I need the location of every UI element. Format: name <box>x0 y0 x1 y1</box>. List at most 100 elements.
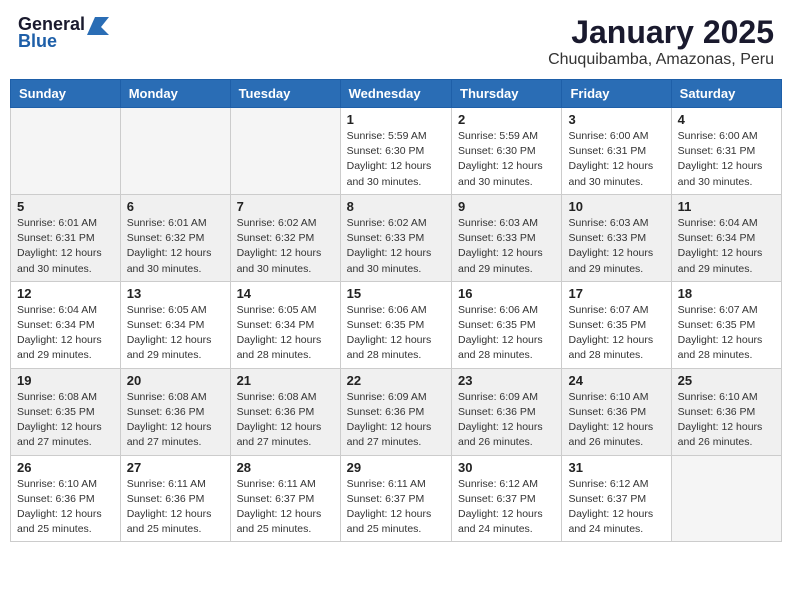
calendar-cell: 7 Sunrise: 6:02 AM Sunset: 6:32 PM Daylig… <box>230 194 340 281</box>
calendar-week-row: 12 Sunrise: 6:04 AM Sunset: 6:34 PM Dayli… <box>11 281 782 368</box>
calendar-cell: 31 Sunrise: 6:12 AM Sunset: 6:37 PM Dayli… <box>562 455 671 542</box>
day-number: 2 <box>458 112 555 127</box>
day-detail: Sunrise: 6:12 AM Sunset: 6:37 PM Dayligh… <box>458 477 555 538</box>
day-detail: Sunrise: 6:09 AM Sunset: 6:36 PM Dayligh… <box>347 390 445 451</box>
calendar-cell: 24Sunrise: 6:10 AM Sunset: 6:36 PM Dayli… <box>562 368 671 455</box>
day-number: 28 <box>237 460 334 475</box>
day-detail: Sunrise: 6:07 AM Sunset: 6:35 PM Dayligh… <box>678 303 775 364</box>
day-detail: Sunrise: 6:02 AM Sunset: 6:32 PM Dayligh… <box>237 216 334 277</box>
calendar-cell: 30 Sunrise: 6:12 AM Sunset: 6:37 PM Dayli… <box>452 455 562 542</box>
calendar-cell: 8Sunrise: 6:02 AM Sunset: 6:33 PM Daylig… <box>340 194 451 281</box>
location-subtitle: Chuquibamba, Amazonas, Peru <box>548 51 774 69</box>
day-number: 17 <box>568 286 664 301</box>
weekday-header-row: SundayMondayTuesdayWednesdayThursdayFrid… <box>11 80 782 108</box>
calendar-cell: 2 Sunrise: 5:59 AM Sunset: 6:30 PM Daylig… <box>452 108 562 195</box>
day-number: 30 <box>458 460 555 475</box>
calendar-cell: 25Sunrise: 6:10 AM Sunset: 6:36 PM Dayli… <box>671 368 781 455</box>
day-detail: Sunrise: 6:12 AM Sunset: 6:37 PM Dayligh… <box>568 477 664 538</box>
weekday-header-thursday: Thursday <box>452 80 562 108</box>
day-number: 21 <box>237 373 334 388</box>
day-detail: Sunrise: 6:00 AM Sunset: 6:31 PM Dayligh… <box>568 129 664 190</box>
month-title: January 2025 <box>548 14 774 51</box>
logo-blue: Blue <box>18 31 57 52</box>
calendar-cell: 9 Sunrise: 6:03 AM Sunset: 6:33 PM Daylig… <box>452 194 562 281</box>
weekday-header-friday: Friday <box>562 80 671 108</box>
calendar-cell: 12 Sunrise: 6:04 AM Sunset: 6:34 PM Dayli… <box>11 281 121 368</box>
calendar-cell: 20Sunrise: 6:08 AM Sunset: 6:36 PM Dayli… <box>120 368 230 455</box>
day-detail: Sunrise: 6:01 AM Sunset: 6:31 PM Dayligh… <box>17 216 114 277</box>
calendar-table: SundayMondayTuesdayWednesdayThursdayFrid… <box>10 79 782 542</box>
calendar-cell: 29 Sunrise: 6:11 AM Sunset: 6:37 PM Dayli… <box>340 455 451 542</box>
day-detail: Sunrise: 6:08 AM Sunset: 6:35 PM Dayligh… <box>17 390 114 451</box>
calendar-cell: 16 Sunrise: 6:06 AM Sunset: 6:35 PM Dayli… <box>452 281 562 368</box>
day-number: 14 <box>237 286 334 301</box>
day-number: 1 <box>347 112 445 127</box>
day-detail: Sunrise: 6:03 AM Sunset: 6:33 PM Dayligh… <box>458 216 555 277</box>
day-number: 12 <box>17 286 114 301</box>
calendar-cell: 15 Sunrise: 6:06 AM Sunset: 6:35 PM Dayli… <box>340 281 451 368</box>
day-detail: Sunrise: 6:10 AM Sunset: 6:36 PM Dayligh… <box>568 390 664 451</box>
calendar-cell: 4 Sunrise: 6:00 AM Sunset: 6:31 PM Daylig… <box>671 108 781 195</box>
calendar-cell: 11 Sunrise: 6:04 AM Sunset: 6:34 PM Dayli… <box>671 194 781 281</box>
calendar-cell: 26Sunrise: 6:10 AM Sunset: 6:36 PM Dayli… <box>11 455 121 542</box>
day-number: 18 <box>678 286 775 301</box>
day-number: 16 <box>458 286 555 301</box>
day-detail: Sunrise: 6:05 AM Sunset: 6:34 PM Dayligh… <box>127 303 224 364</box>
calendar-cell: 3Sunrise: 6:00 AM Sunset: 6:31 PM Daylig… <box>562 108 671 195</box>
calendar-week-row: 5 Sunrise: 6:01 AM Sunset: 6:31 PM Daylig… <box>11 194 782 281</box>
day-detail: Sunrise: 6:04 AM Sunset: 6:34 PM Dayligh… <box>678 216 775 277</box>
day-number: 13 <box>127 286 224 301</box>
calendar-cell: 28 Sunrise: 6:11 AM Sunset: 6:37 PM Dayli… <box>230 455 340 542</box>
day-detail: Sunrise: 6:08 AM Sunset: 6:36 PM Dayligh… <box>237 390 334 451</box>
calendar-cell <box>120 108 230 195</box>
title-block: January 2025 Chuquibamba, Amazonas, Peru <box>548 14 774 69</box>
calendar-cell <box>671 455 781 542</box>
weekday-header-monday: Monday <box>120 80 230 108</box>
calendar-cell: 17 Sunrise: 6:07 AM Sunset: 6:35 PM Dayli… <box>562 281 671 368</box>
logo-icon <box>87 13 109 35</box>
day-detail: Sunrise: 6:02 AM Sunset: 6:33 PM Dayligh… <box>347 216 445 277</box>
weekday-header-wednesday: Wednesday <box>340 80 451 108</box>
calendar-cell: 27 Sunrise: 6:11 AM Sunset: 6:36 PM Dayli… <box>120 455 230 542</box>
day-detail: Sunrise: 6:11 AM Sunset: 6:37 PM Dayligh… <box>237 477 334 538</box>
day-detail: Sunrise: 5:59 AM Sunset: 6:30 PM Dayligh… <box>458 129 555 190</box>
calendar-cell: 1 Sunrise: 5:59 AM Sunset: 6:30 PM Daylig… <box>340 108 451 195</box>
day-detail: Sunrise: 6:11 AM Sunset: 6:37 PM Dayligh… <box>347 477 445 538</box>
day-number: 19 <box>17 373 114 388</box>
day-detail: Sunrise: 6:10 AM Sunset: 6:36 PM Dayligh… <box>17 477 114 538</box>
weekday-header-sunday: Sunday <box>11 80 121 108</box>
day-number: 11 <box>678 199 775 214</box>
day-number: 23 <box>458 373 555 388</box>
day-number: 7 <box>237 199 334 214</box>
day-detail: Sunrise: 6:11 AM Sunset: 6:36 PM Dayligh… <box>127 477 224 538</box>
calendar-cell: 10 Sunrise: 6:03 AM Sunset: 6:33 PM Dayli… <box>562 194 671 281</box>
day-number: 10 <box>568 199 664 214</box>
calendar-week-row: 26Sunrise: 6:10 AM Sunset: 6:36 PM Dayli… <box>11 455 782 542</box>
day-number: 29 <box>347 460 445 475</box>
calendar-cell: 19 Sunrise: 6:08 AM Sunset: 6:35 PM Dayli… <box>11 368 121 455</box>
day-number: 4 <box>678 112 775 127</box>
logo: General Blue <box>18 14 109 52</box>
day-number: 6 <box>127 199 224 214</box>
day-detail: Sunrise: 5:59 AM Sunset: 6:30 PM Dayligh… <box>347 129 445 190</box>
day-detail: Sunrise: 6:01 AM Sunset: 6:32 PM Dayligh… <box>127 216 224 277</box>
day-detail: Sunrise: 6:04 AM Sunset: 6:34 PM Dayligh… <box>17 303 114 364</box>
day-detail: Sunrise: 6:06 AM Sunset: 6:35 PM Dayligh… <box>347 303 445 364</box>
day-detail: Sunrise: 6:03 AM Sunset: 6:33 PM Dayligh… <box>568 216 664 277</box>
day-detail: Sunrise: 6:07 AM Sunset: 6:35 PM Dayligh… <box>568 303 664 364</box>
calendar-cell: 14Sunrise: 6:05 AM Sunset: 6:34 PM Dayli… <box>230 281 340 368</box>
calendar-cell: 5 Sunrise: 6:01 AM Sunset: 6:31 PM Daylig… <box>11 194 121 281</box>
day-number: 31 <box>568 460 664 475</box>
calendar-week-row: 1 Sunrise: 5:59 AM Sunset: 6:30 PM Daylig… <box>11 108 782 195</box>
day-number: 15 <box>347 286 445 301</box>
day-detail: Sunrise: 6:00 AM Sunset: 6:31 PM Dayligh… <box>678 129 775 190</box>
day-detail: Sunrise: 6:08 AM Sunset: 6:36 PM Dayligh… <box>127 390 224 451</box>
day-number: 27 <box>127 460 224 475</box>
day-detail: Sunrise: 6:09 AM Sunset: 6:36 PM Dayligh… <box>458 390 555 451</box>
day-number: 5 <box>17 199 114 214</box>
day-number: 9 <box>458 199 555 214</box>
day-detail: Sunrise: 6:06 AM Sunset: 6:35 PM Dayligh… <box>458 303 555 364</box>
day-number: 22 <box>347 373 445 388</box>
calendar-cell: 6 Sunrise: 6:01 AM Sunset: 6:32 PM Daylig… <box>120 194 230 281</box>
calendar-cell: 23 Sunrise: 6:09 AM Sunset: 6:36 PM Dayli… <box>452 368 562 455</box>
